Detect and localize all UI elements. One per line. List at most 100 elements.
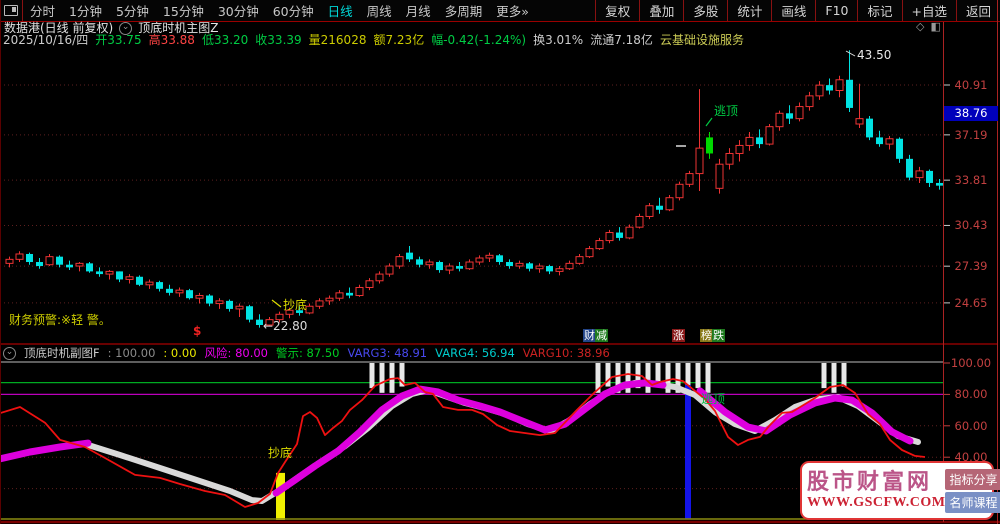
candle <box>665 197 674 211</box>
magenta-band <box>696 387 914 445</box>
candle <box>56 256 63 265</box>
candle <box>915 170 924 179</box>
candle <box>795 106 804 120</box>
watermark-text: 股市财富网 WWW.GSCFW.COM <box>807 470 945 511</box>
candle <box>206 295 213 304</box>
candle <box>735 144 744 154</box>
signal-bar <box>276 472 285 520</box>
candle <box>515 262 524 267</box>
price-axis-label: 24.65 <box>954 295 988 310</box>
buy-pointer <box>271 299 282 308</box>
indicator-value: : 100.00 <box>107 346 156 360</box>
price-marker: 38.76 <box>944 105 998 121</box>
status-badge: 涨 <box>672 329 685 342</box>
candle <box>595 240 604 250</box>
status-badge: 跌 <box>712 329 725 342</box>
price-axis-label: 27.39 <box>954 259 988 274</box>
candle <box>436 262 443 271</box>
trading-app: 分时 1分钟 5分钟 15分钟 30分钟 60分钟 日线 周线 月线 多周期 更多» 复权 叠加 多股统… <box>0 0 1000 524</box>
candle <box>195 295 204 299</box>
sell-signal-label-indicator: 逃顶 <box>701 392 726 406</box>
candle <box>765 126 774 145</box>
indicator-values: : 100.00: 0.00 风险: 80.00 警示: 87.50 VARG3: 4… <box>108 347 610 360</box>
candle <box>535 265 544 270</box>
candle <box>315 300 324 307</box>
candle <box>175 289 184 294</box>
candle <box>186 290 193 299</box>
candle <box>815 84 824 97</box>
watermark-badges: 指标分享 名师课程 <box>945 467 1000 515</box>
candle <box>465 261 474 270</box>
indicator-header: ⌄ 顶底时机副图F : 100.00: 0.00 风险: 80.00 警示: 87.… <box>3 347 610 360</box>
candle <box>605 232 614 242</box>
candle <box>215 300 224 305</box>
candle <box>485 254 494 259</box>
candle <box>325 297 334 302</box>
candle <box>496 255 503 263</box>
finance-warning-text: 财务预警:※轻 警。 <box>9 313 111 327</box>
candle <box>745 136 754 146</box>
watermark-badge: 名师课程 <box>945 491 1000 513</box>
candle <box>346 292 353 296</box>
indicator-axis-label: 60.00 <box>954 418 988 433</box>
indicator-value: 风险: 80.00 <box>204 346 268 360</box>
price-axis-label: 30.43 <box>954 218 988 233</box>
histogram-bar <box>369 363 375 389</box>
indicator-value: 警示: 87.50 <box>276 346 340 360</box>
candle <box>936 182 943 186</box>
buy-signal-label-indicator: 抄底 <box>268 446 293 460</box>
candle <box>235 305 244 310</box>
candle <box>116 271 123 280</box>
peak-pointer <box>845 50 856 57</box>
candle <box>166 288 173 293</box>
candle <box>5 258 14 264</box>
candle <box>715 163 724 189</box>
histogram-bar <box>831 363 837 393</box>
candle <box>355 286 364 297</box>
candle <box>105 270 114 275</box>
price-axis-label: 40.91 <box>954 78 988 92</box>
dollar-marker: $ <box>193 324 202 338</box>
candle <box>456 266 463 269</box>
candle <box>375 273 384 282</box>
candle <box>675 183 684 199</box>
magenta-band <box>272 379 667 497</box>
candle <box>826 85 833 91</box>
candle <box>425 261 434 266</box>
histogram-bar <box>821 363 827 389</box>
candle <box>656 205 663 210</box>
buy-signal-label-main: 抄底 <box>283 298 308 312</box>
candle <box>546 266 553 272</box>
candle <box>226 300 233 309</box>
candle <box>36 262 43 267</box>
candle <box>335 292 344 299</box>
candle <box>555 268 564 272</box>
candle <box>416 259 423 265</box>
candle <box>246 306 253 320</box>
indicator-title[interactable]: 顶底时机副图F <box>24 347 100 360</box>
indicator-axis-label: 100.00 <box>950 356 992 370</box>
candle <box>585 248 594 258</box>
candle <box>406 252 413 260</box>
candle <box>506 262 513 267</box>
candle <box>15 253 24 260</box>
indicator-value: VARG10: 38.96 <box>522 346 610 360</box>
price-axis-label: 33.81 <box>954 173 988 188</box>
candle <box>395 256 404 267</box>
status-badge: 减 <box>595 329 608 342</box>
candle <box>256 319 263 325</box>
candle <box>26 253 33 263</box>
candle <box>75 262 84 267</box>
histogram-bar <box>379 363 385 393</box>
indicator-value: VARG4: 56.94 <box>435 346 515 360</box>
magenta-band <box>0 439 92 463</box>
candle <box>365 280 374 288</box>
candle <box>86 263 93 272</box>
candle <box>565 262 574 270</box>
candle <box>96 271 103 275</box>
collapse-icon[interactable]: ⌄ <box>3 347 16 360</box>
low-price-annotation: ←22.80 <box>263 319 308 333</box>
candle <box>45 256 54 266</box>
candle <box>725 152 734 165</box>
candle <box>685 173 694 185</box>
